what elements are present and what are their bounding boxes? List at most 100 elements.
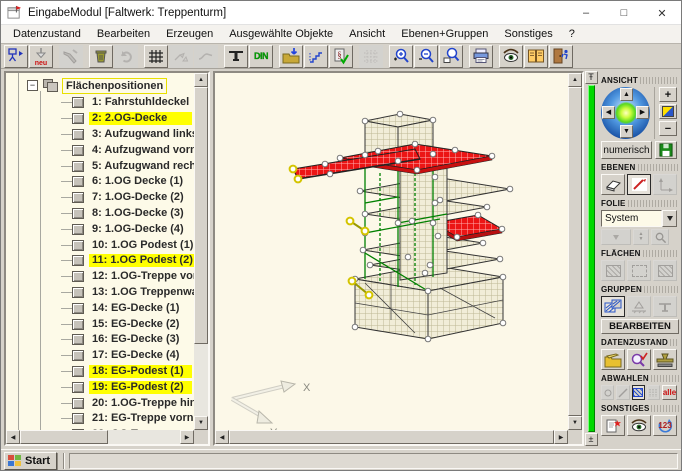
data-save-button[interactable] bbox=[601, 349, 625, 370]
rotate-left-button[interactable]: ◀ bbox=[602, 106, 615, 119]
node-checkbox[interactable] bbox=[72, 366, 84, 377]
zoom-in-button[interactable] bbox=[389, 45, 413, 68]
canvas-vertical-scrollbar[interactable]: ▲ ▼ bbox=[568, 73, 582, 430]
node-checkbox[interactable] bbox=[72, 398, 84, 409]
scrollbar-thumb[interactable] bbox=[568, 87, 582, 416]
manual-book-button[interactable] bbox=[524, 45, 548, 68]
view-zoom-in-button[interactable]: + bbox=[659, 87, 677, 102]
node-checkbox[interactable] bbox=[72, 413, 84, 424]
scroll-left-icon[interactable]: ◀ bbox=[215, 430, 229, 444]
module-manager-button[interactable] bbox=[4, 45, 28, 68]
start-button[interactable]: Start bbox=[4, 452, 57, 470]
deselect-surfaces-button[interactable] bbox=[632, 385, 645, 400]
tree-vertical-scrollbar[interactable]: ▲ ▼ bbox=[194, 73, 208, 430]
tree-item[interactable]: 7: 1.OG-Decke (2) bbox=[6, 190, 194, 206]
tree-item[interactable]: 21: EG-Treppe vorn bbox=[6, 411, 194, 427]
print-button[interactable] bbox=[469, 45, 493, 68]
din-standard-button[interactable]: DIN bbox=[249, 45, 273, 68]
collapse-icon[interactable]: − bbox=[27, 80, 38, 91]
model-viewport[interactable]: X Y ▲ ▼ ◀ ▶ bbox=[213, 71, 584, 446]
menu-item-[interactable]: ? bbox=[561, 26, 583, 42]
import-folder-button[interactable] bbox=[279, 45, 303, 68]
data-check-button[interactable] bbox=[627, 349, 651, 370]
tree-item[interactable]: 9: 1.OG-Decke (4) bbox=[6, 221, 194, 237]
node-checkbox[interactable] bbox=[72, 97, 84, 108]
raster-button[interactable] bbox=[144, 45, 168, 68]
scroll-right-icon[interactable]: ▶ bbox=[180, 430, 194, 444]
exit-module-button[interactable] bbox=[549, 45, 573, 68]
tree-item[interactable]: 5: Aufzugwand rechts bbox=[6, 158, 194, 174]
scroll-down-icon[interactable]: ▼ bbox=[194, 416, 208, 430]
numerisch-button[interactable]: numerisch bbox=[601, 141, 652, 159]
bearbeiten-button[interactable]: BEARBEITEN bbox=[601, 319, 679, 334]
tree-item[interactable]: 8: 1.OG-Decke (3) bbox=[6, 206, 194, 222]
menu-item-sonstiges[interactable]: Sonstiges bbox=[496, 26, 560, 42]
menu-item-ausgew-hlte-objekte[interactable]: Ausgewählte Objekte bbox=[221, 26, 341, 42]
rotate-down-button[interactable]: ▼ bbox=[620, 125, 633, 138]
node-checkbox[interactable] bbox=[72, 240, 84, 251]
tree-item[interactable]: 11: 1.OG Podest (2) bbox=[6, 253, 194, 269]
node-checkbox[interactable] bbox=[72, 319, 84, 330]
tree-item[interactable]: 19: EG-Podest (2) bbox=[6, 379, 194, 395]
tree-item[interactable]: 1: Fahrstuhldeckel bbox=[6, 95, 194, 111]
node-checkbox[interactable] bbox=[72, 176, 84, 187]
scroll-up-icon[interactable]: ▲ bbox=[194, 73, 208, 87]
scroll-up-icon[interactable]: ▲ bbox=[568, 73, 582, 87]
node-checkbox[interactable] bbox=[72, 255, 84, 266]
view-mode-button[interactable] bbox=[659, 104, 677, 119]
rotate-up-button[interactable]: ▲ bbox=[620, 88, 633, 101]
node-checkbox[interactable] bbox=[72, 208, 84, 219]
scrollbar-thumb[interactable] bbox=[229, 430, 554, 444]
profile-button[interactable] bbox=[224, 45, 248, 68]
rotate-right-button[interactable]: ▶ bbox=[636, 106, 649, 119]
scroll-right-icon[interactable]: ▶ bbox=[554, 430, 568, 444]
renumber-button[interactable]: 123 bbox=[653, 415, 677, 436]
menu-item-erzeugen[interactable]: Erzeugen bbox=[158, 26, 221, 42]
node-checkbox[interactable] bbox=[72, 334, 84, 345]
tree-item[interactable]: 4: Aufzugwand vorn bbox=[6, 142, 194, 158]
zoom-window-button[interactable] bbox=[439, 45, 463, 68]
tree-item[interactable]: 16: EG-Decke (3) bbox=[6, 332, 194, 348]
ebene-draw-button[interactable] bbox=[627, 174, 651, 195]
delete-object-button[interactable] bbox=[89, 45, 113, 68]
unpin-panel-button[interactable]: ± bbox=[585, 433, 598, 446]
menu-item-ansicht[interactable]: Ansicht bbox=[341, 26, 393, 42]
tree-horizontal-scrollbar[interactable]: ◀ ▶ bbox=[6, 430, 194, 444]
tree-item[interactable]: 18: EG-Podest (1) bbox=[6, 364, 194, 380]
close-button[interactable]: ✕ bbox=[643, 1, 681, 25]
menu-item-datenzustand[interactable]: Datenzustand bbox=[5, 26, 89, 42]
node-checkbox[interactable] bbox=[72, 287, 84, 298]
tree-item[interactable]: 17: EG-Decke (4) bbox=[6, 348, 194, 364]
tree-item[interactable]: 20: 1.OG-Treppe hinten bbox=[6, 395, 194, 411]
menu-item-bearbeiten[interactable]: Bearbeiten bbox=[89, 26, 158, 42]
tree-item[interactable]: 6: 1.OG Decke (1) bbox=[6, 174, 194, 190]
node-checkbox[interactable] bbox=[72, 129, 84, 140]
dropdown-arrow-icon[interactable] bbox=[662, 210, 677, 227]
norm-check-button[interactable]: § bbox=[329, 45, 353, 68]
menu-item-ebenen-gruppen[interactable]: Ebenen+Gruppen bbox=[393, 26, 496, 42]
node-checkbox[interactable] bbox=[72, 224, 84, 235]
tree-item[interactable]: 10: 1.OG Podest (1) bbox=[6, 237, 194, 253]
pin-panel-button[interactable]: Ŧ bbox=[585, 71, 598, 84]
tree-root-flaechenpositionen[interactable]: − Flächenpositionen bbox=[27, 77, 194, 94]
gruppe-surfaces-button[interactable] bbox=[601, 296, 625, 317]
preview-eye-button[interactable] bbox=[499, 45, 523, 68]
node-checkbox[interactable] bbox=[72, 145, 84, 156]
new-object-button[interactable]: neu bbox=[29, 45, 53, 68]
folie-dropdown[interactable]: System bbox=[601, 210, 679, 227]
node-checkbox[interactable] bbox=[72, 271, 84, 282]
node-checkbox[interactable] bbox=[72, 192, 84, 203]
zoom-out-button[interactable] bbox=[414, 45, 438, 68]
tree-item[interactable]: 12: 1.OG-Treppe vorn bbox=[6, 269, 194, 285]
tree-item[interactable]: 3: Aufzugwand links bbox=[6, 127, 194, 143]
tree-item[interactable]: 2: 2.OG-Decke bbox=[6, 111, 194, 127]
new-document-button[interactable] bbox=[601, 415, 625, 436]
view-rotation-orb[interactable]: ▲ ▼ ◀ ▶ bbox=[601, 87, 650, 139]
data-stamp-button[interactable] bbox=[653, 349, 677, 370]
ebene-select-button[interactable] bbox=[601, 174, 625, 195]
scroll-left-icon[interactable]: ◀ bbox=[6, 430, 20, 444]
node-checkbox[interactable] bbox=[72, 161, 84, 172]
tree-item[interactable]: 14: EG-Decke (1) bbox=[6, 300, 194, 316]
minimize-button[interactable]: – bbox=[567, 1, 605, 25]
dimensions-button[interactable] bbox=[304, 45, 328, 68]
